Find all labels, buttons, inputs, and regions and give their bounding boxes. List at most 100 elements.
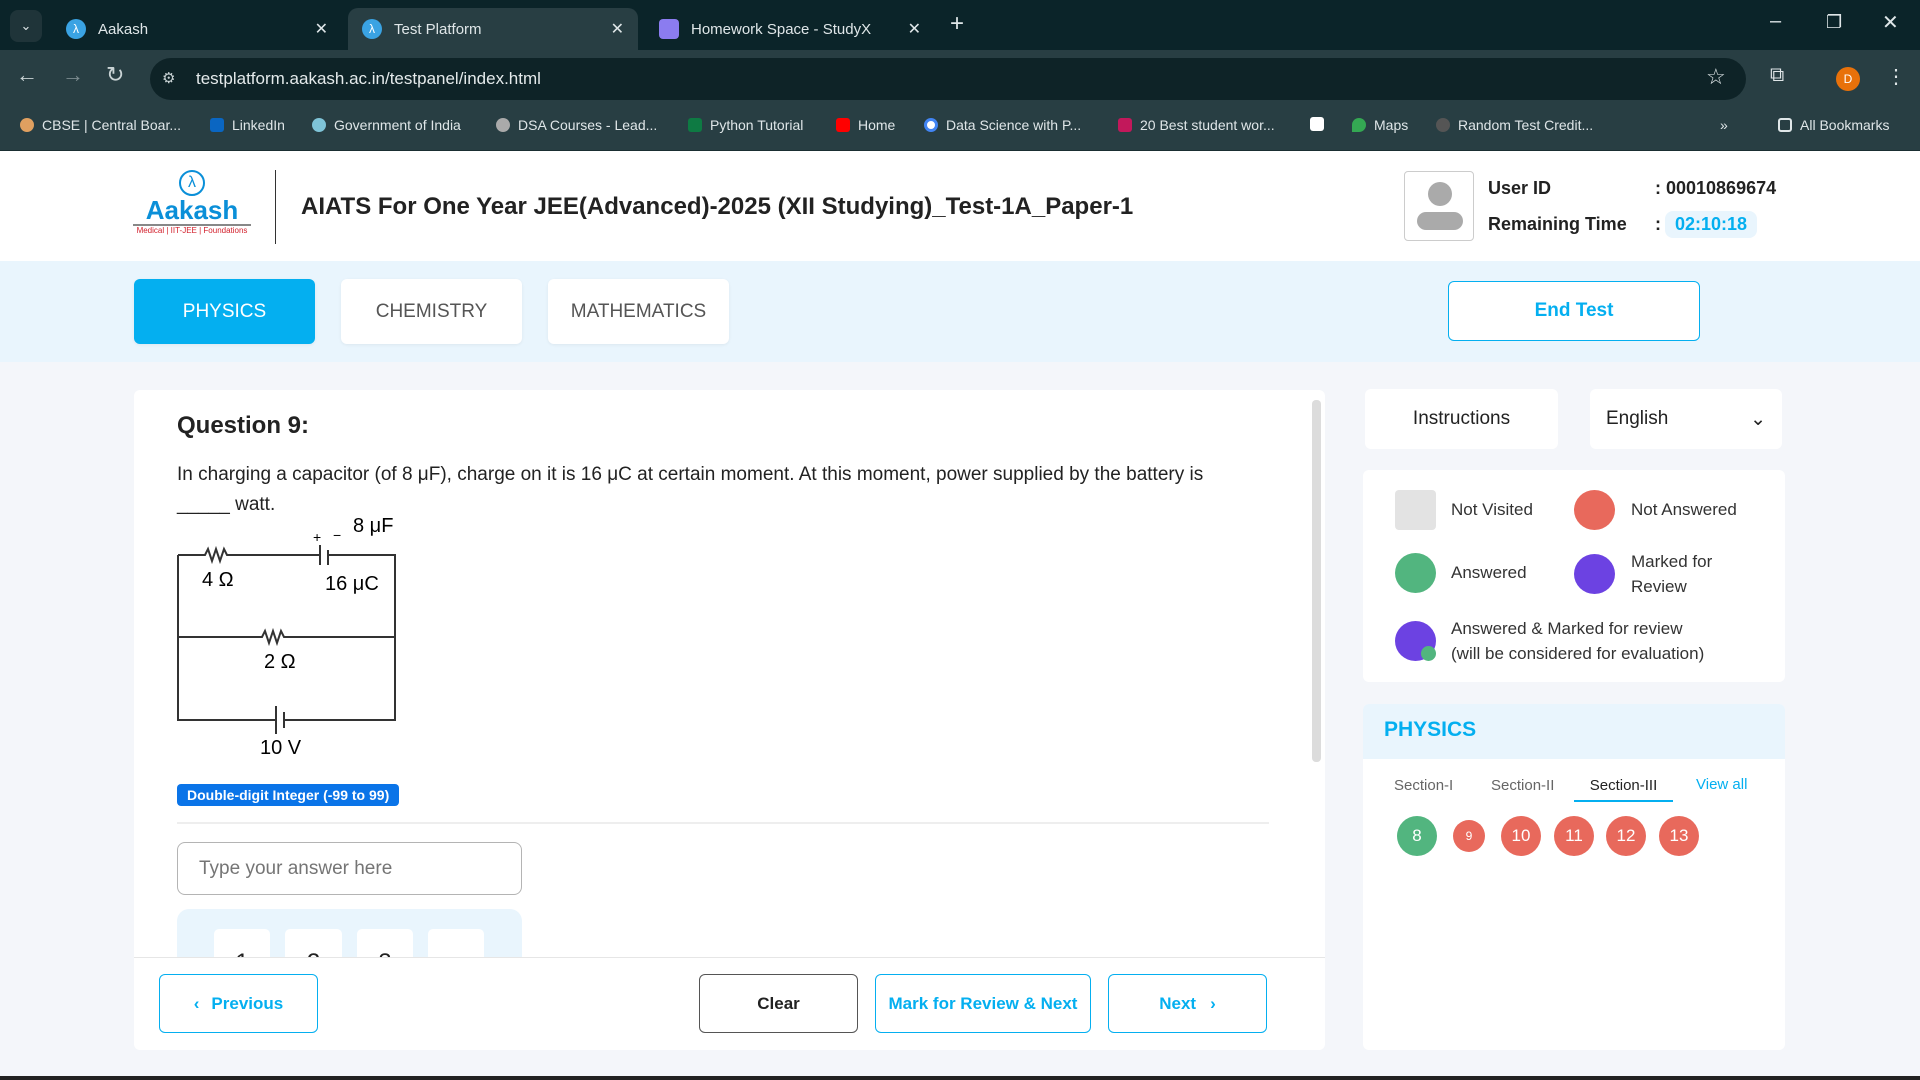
bookmark-student[interactable]: 20 Best student wor... bbox=[1118, 117, 1275, 133]
header-divider bbox=[275, 170, 276, 244]
keypad-key[interactable] bbox=[428, 929, 484, 957]
tab-chemistry[interactable]: CHEMISTRY bbox=[341, 279, 522, 344]
bookmark-python[interactable]: Python Tutorial bbox=[688, 117, 803, 133]
site-settings-icon[interactable]: ⚙ bbox=[162, 69, 175, 87]
question-title: Question 9: bbox=[177, 412, 310, 439]
back-icon[interactable]: ← bbox=[16, 62, 38, 88]
view-all-link[interactable]: View all bbox=[1696, 776, 1747, 793]
previous-button[interactable]: ‹ Previous bbox=[159, 974, 318, 1033]
marked-swatch bbox=[1574, 554, 1615, 594]
resistor-4-label: 4 Ω bbox=[202, 569, 234, 591]
question-scrollbar[interactable] bbox=[1312, 400, 1321, 762]
keypad-key[interactable]: 2 bbox=[285, 929, 342, 957]
mark-review-next-button[interactable]: Mark for Review & Next bbox=[875, 974, 1091, 1033]
bookmark-star-icon[interactable]: ☆ bbox=[1706, 64, 1726, 90]
question-button-8[interactable]: 8 bbox=[1397, 816, 1437, 856]
aakash-favicon-icon: λ bbox=[66, 19, 86, 39]
bookmark-data-science[interactable]: Data Science with P... bbox=[924, 117, 1081, 133]
user-id-value: : 00010869674 bbox=[1655, 178, 1777, 198]
question-button-9[interactable]: 9 bbox=[1453, 820, 1485, 852]
circuit-diagram: + − 8 μF 4 Ω 16 μC 2 Ω 10 V bbox=[177, 515, 396, 759]
forward-icon[interactable]: → bbox=[62, 62, 84, 88]
footer-divider bbox=[134, 957, 1325, 958]
extensions-icon[interactable]: ⧉ bbox=[1770, 64, 1784, 87]
capacitor-label: 8 μF bbox=[353, 515, 393, 537]
section-tab-1[interactable]: Section-I bbox=[1394, 777, 1453, 794]
charge-label: 16 μC bbox=[325, 573, 379, 595]
tab-physics[interactable]: PHYSICS bbox=[134, 279, 315, 344]
all-bookmarks[interactable]: All Bookmarks bbox=[1778, 117, 1889, 133]
check-badge-icon bbox=[1421, 646, 1436, 661]
minimize-icon[interactable]: – bbox=[1770, 10, 1781, 33]
language-select[interactable]: English ⌄ bbox=[1590, 389, 1782, 449]
palette-title: PHYSICS bbox=[1384, 718, 1477, 741]
colon: : bbox=[1655, 214, 1661, 234]
more-bookmarks-icon[interactable]: » bbox=[1720, 117, 1728, 133]
legend-answered-marked: Answered & Marked for review (will be con… bbox=[1395, 616, 1704, 666]
user-id-label: User ID bbox=[1488, 178, 1552, 198]
legend-answered: Answered bbox=[1395, 553, 1527, 593]
legend-not-visited: Not Visited bbox=[1395, 490, 1533, 530]
tab-search-button[interactable]: ⌄ bbox=[10, 10, 42, 42]
question-button-10[interactable]: 10 bbox=[1501, 816, 1541, 856]
bookmark-dsa[interactable]: DSA Courses - Lead... bbox=[496, 117, 657, 133]
close-tab-icon[interactable]: ✕ bbox=[611, 19, 624, 39]
resistor-2-label: 2 Ω bbox=[264, 651, 296, 673]
legend-marked: Marked for Review bbox=[1574, 549, 1712, 599]
keypad-key[interactable]: 3 bbox=[357, 929, 413, 957]
chevron-right-icon: › bbox=[1210, 993, 1216, 1013]
remaining-time-value: 02:10:18 bbox=[1665, 211, 1758, 238]
instructions-button[interactable]: Instructions bbox=[1365, 389, 1558, 449]
section-tab-2[interactable]: Section-II bbox=[1491, 777, 1554, 794]
bookmark-cbse[interactable]: CBSE | Central Boar... bbox=[20, 117, 181, 133]
answered-marked-swatch bbox=[1395, 621, 1436, 661]
clear-button[interactable]: Clear bbox=[699, 974, 858, 1033]
chevron-down-icon: ⌄ bbox=[1750, 408, 1766, 430]
studyx-favicon-icon bbox=[659, 19, 679, 39]
plus-sign: + bbox=[313, 529, 321, 545]
new-tab-icon[interactable]: + bbox=[950, 10, 964, 38]
question-type-badge: Double-digit Integer (-99 to 99) bbox=[177, 784, 400, 806]
minus-sign: − bbox=[333, 527, 341, 543]
close-window-icon[interactable]: ✕ bbox=[1882, 10, 1899, 35]
url-bar[interactable]: testplatform.aakash.ac.in/testpanel/inde… bbox=[150, 58, 1746, 100]
tab-title: Homework Space - StudyX bbox=[691, 20, 872, 38]
numeric-keypad: 1 2 3 bbox=[177, 909, 522, 957]
menu-icon[interactable]: ⋮ bbox=[1886, 64, 1906, 89]
browser-tab-aakash[interactable]: λ Aakash ✕ bbox=[52, 8, 342, 50]
question-button-11[interactable]: 11 bbox=[1554, 816, 1594, 856]
not-visited-swatch bbox=[1395, 490, 1436, 530]
browser-tab-studyx[interactable]: Homework Space - StudyX ✕ bbox=[645, 8, 935, 50]
reload-icon[interactable]: ↻ bbox=[106, 62, 124, 88]
browser-tab-test-platform[interactable]: λ Test Platform ✕ bbox=[348, 8, 638, 50]
bookmark-maps[interactable]: Maps bbox=[1352, 117, 1408, 133]
section-tab-3[interactable]: Section-III bbox=[1574, 777, 1673, 802]
close-tab-icon[interactable]: ✕ bbox=[315, 19, 328, 39]
answer-input[interactable] bbox=[177, 842, 522, 895]
profile-avatar[interactable]: D bbox=[1836, 67, 1860, 91]
keypad-key[interactable]: 1 bbox=[214, 929, 270, 957]
aakash-logo: λ Aakash Medical | IIT-JEE | Foundations bbox=[133, 170, 251, 242]
tab-mathematics[interactable]: MATHEMATICS bbox=[548, 279, 729, 344]
bookmark-amazon[interactable] bbox=[1310, 117, 1324, 131]
aakash-favicon-icon: λ bbox=[362, 19, 382, 39]
next-button[interactable]: Next › bbox=[1108, 974, 1267, 1033]
question-button-12[interactable]: 12 bbox=[1606, 816, 1646, 856]
restore-icon[interactable]: ❐ bbox=[1826, 12, 1842, 33]
bookmark-random-test[interactable]: Random Test Credit... bbox=[1436, 117, 1593, 133]
close-tab-icon[interactable]: ✕ bbox=[908, 19, 921, 39]
question-text: In charging a capacitor (of 8 μF), charg… bbox=[177, 464, 1204, 515]
end-test-button[interactable]: End Test bbox=[1448, 281, 1700, 341]
tab-title: Aakash bbox=[98, 20, 149, 38]
battery-label: 10 V bbox=[260, 737, 302, 759]
chevron-left-icon: ‹ bbox=[193, 993, 200, 1013]
tab-title: Test Platform bbox=[394, 20, 482, 38]
legend-not-answered: Not Answered bbox=[1574, 490, 1737, 530]
not-answered-swatch bbox=[1574, 490, 1615, 530]
bookmark-government[interactable]: Government of India bbox=[312, 117, 461, 133]
bookmark-linkedin[interactable]: LinkedIn bbox=[210, 117, 285, 133]
question-button-13[interactable]: 13 bbox=[1659, 816, 1699, 856]
taskbar-edge bbox=[0, 1076, 1920, 1080]
bookmark-home-youtube[interactable]: Home bbox=[836, 117, 895, 133]
test-title: AIATS For One Year JEE(Advanced)-2025 (X… bbox=[301, 193, 1134, 220]
